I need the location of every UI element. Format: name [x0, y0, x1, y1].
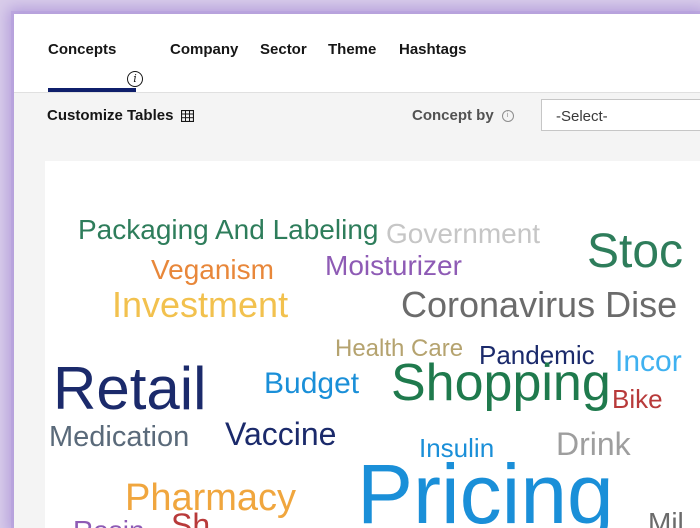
customize-tables-button[interactable]: Customize Tables	[47, 107, 195, 124]
word-retail[interactable]: Retail	[53, 359, 206, 419]
word-veganism[interactable]: Veganism	[151, 256, 274, 284]
word-shopping[interactable]: Shopping	[391, 357, 611, 409]
word-income[interactable]: Incor	[615, 347, 682, 377]
word-bottom-left-2[interactable]: Sh	[171, 509, 210, 528]
tab-company[interactable]: Company	[170, 41, 238, 58]
app-frame: Concepts Company Sector Theme Hashtags i…	[14, 14, 700, 528]
tab-concepts[interactable]: Concepts	[48, 41, 116, 58]
word-government[interactable]: Government	[386, 220, 540, 248]
word-coronavirus-disease[interactable]: Coronavirus Dise	[401, 287, 677, 323]
word-packaging-and-labeling[interactable]: Packaging And Labeling	[78, 216, 378, 244]
tab-theme[interactable]: Theme	[328, 41, 376, 58]
word-medication[interactable]: Medication	[49, 423, 189, 452]
left-gutter	[14, 161, 45, 528]
word-investment[interactable]: Investment	[112, 287, 288, 323]
word-bike[interactable]: Bike	[612, 386, 663, 412]
toolbar: Customize Tables Concept by i -Select-	[14, 93, 700, 161]
table-icon	[181, 109, 195, 122]
concept-by-select[interactable]: -Select-	[541, 99, 700, 131]
word-mil[interactable]: Mil	[648, 509, 684, 528]
word-stock[interactable]: Stoc	[587, 228, 683, 276]
tab-sector[interactable]: Sector	[260, 41, 307, 58]
active-tab-indicator	[48, 88, 136, 92]
word-moisturizer[interactable]: Moisturizer	[325, 252, 462, 280]
word-bottom-left-1[interactable]: Rasin	[73, 517, 145, 528]
concept-by-info-icon[interactable]: i	[501, 109, 514, 122]
word-vaccine[interactable]: Vaccine	[225, 418, 336, 450]
word-cloud: Packaging And Labeling Government Stoc V…	[45, 161, 700, 528]
word-pricing[interactable]: Pricing	[357, 452, 614, 528]
word-budget[interactable]: Budget	[264, 369, 359, 399]
tab-bar: Concepts Company Sector Theme Hashtags i	[14, 14, 700, 93]
info-icon[interactable]: i	[127, 71, 143, 87]
tab-hashtags[interactable]: Hashtags	[399, 41, 467, 58]
concept-by-label-group: Concept by i	[412, 107, 514, 124]
customize-tables-label: Customize Tables	[47, 107, 174, 124]
word-pharmacy[interactable]: Pharmacy	[125, 479, 296, 517]
concept-by-label: Concept by	[412, 107, 494, 124]
